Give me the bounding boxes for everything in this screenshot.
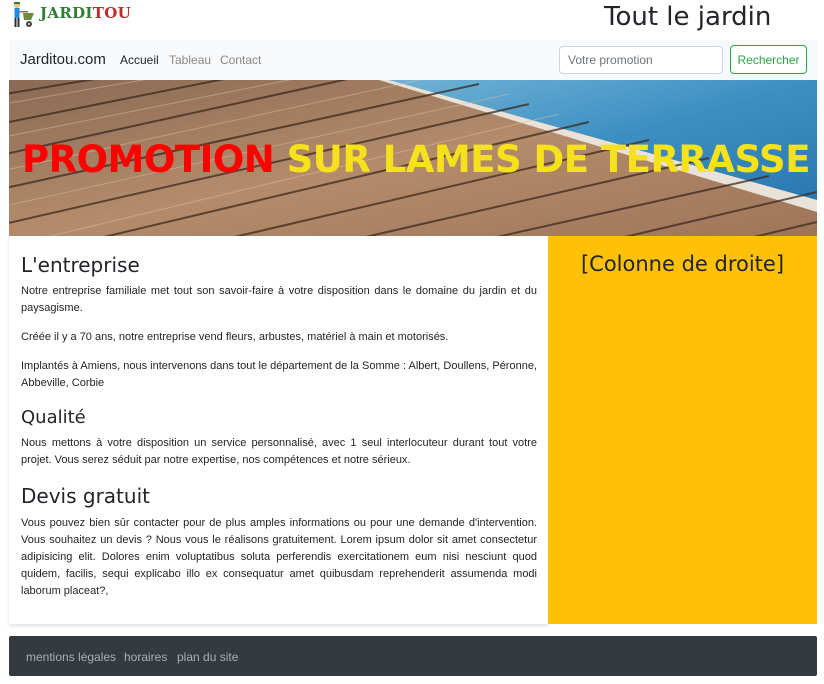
search-button[interactable]: Rechercher — [730, 45, 807, 74]
hero-banner: PROMOTION SUR LAMES DE TERRASSE — [9, 80, 817, 236]
footer: mentions légales horaires plan du site — [9, 636, 817, 676]
right-column: [Colonne de droite] — [548, 236, 817, 624]
gardener-wheelbarrow-icon — [8, 0, 36, 37]
section-title-entreprise: L'entreprise — [21, 253, 140, 277]
nav-link-accueil[interactable]: Accueil — [120, 53, 159, 67]
section-title-devis: Devis gratuit — [21, 484, 150, 508]
footer-link-horaires[interactable]: horaires — [124, 650, 167, 664]
hero-title: PROMOTION SUR LAMES DE TERRASSE — [22, 138, 810, 181]
navbar: Jarditou.com Accueil Tableau Contact Rec… — [9, 40, 817, 80]
top-header: JARDITOU Tout le jardin — [0, 0, 824, 38]
logo-text-green: JARDI — [40, 4, 93, 22]
section-title-qualite: Qualité — [21, 407, 86, 428]
footer-link-mentions-legales[interactable]: mentions légales — [26, 650, 116, 664]
paragraph-entreprise-2: Créée il y a 70 ans, notre entreprise ve… — [21, 331, 449, 343]
paragraph-entreprise-3: Implantés à Amiens, nous intervenons dan… — [21, 360, 537, 389]
navbar-brand[interactable]: Jarditou.com — [20, 51, 106, 68]
nav-link-contact[interactable]: Contact — [220, 53, 261, 67]
right-column-title: [Colonne de droite] — [580, 252, 785, 276]
logo-text-red: TOU — [92, 4, 131, 22]
main-content: L'entreprise Notre entreprise familiale … — [9, 236, 548, 624]
logo[interactable]: JARDITOU — [8, 0, 131, 37]
footer-link-plan-du-site[interactable]: plan du site — [177, 650, 238, 664]
logo-text: JARDITOU — [40, 4, 131, 22]
paragraph-entreprise-1: Notre entreprise familiale met tout son … — [21, 285, 537, 314]
search-input[interactable] — [559, 46, 723, 74]
hero-title-yellow: SUR LAMES DE TERRASSE — [286, 138, 811, 181]
hero-title-red: PROMOTION — [22, 138, 275, 181]
paragraph-qualite: Nous mettons à votre disposition un serv… — [21, 437, 537, 466]
paragraph-devis: Vous pouvez bien sûr contacter pour de p… — [21, 517, 537, 597]
nav-link-tableau[interactable]: Tableau — [169, 53, 211, 67]
site-title: Tout le jardin — [604, 2, 772, 32]
